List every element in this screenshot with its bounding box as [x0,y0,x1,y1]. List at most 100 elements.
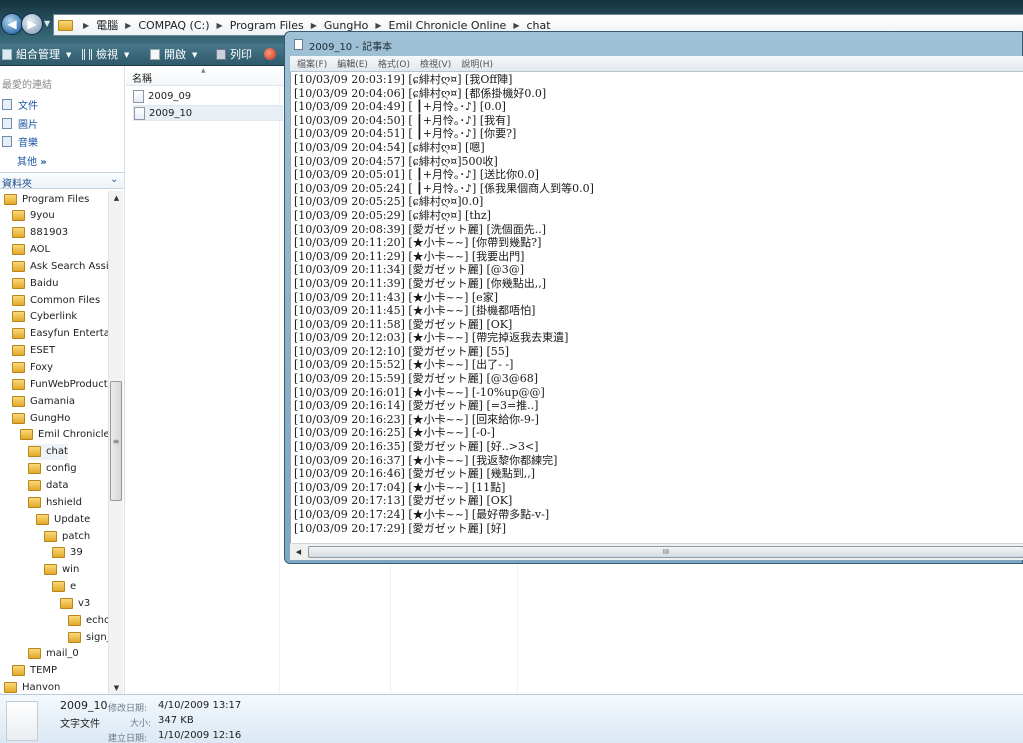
folder-icon [12,311,25,323]
tree-item[interactable]: win [44,562,79,578]
details-created-value: 1/10/2009 12:16 [158,730,242,741]
tree-item-label: AOL [30,244,51,256]
tree-item[interactable]: TEMP [12,663,57,679]
organize-button[interactable]: 組合管理 ▼ [2,47,71,63]
favorite-link-documents[interactable]: 文件 [0,96,38,112]
tree-item[interactable]: data [28,477,69,493]
print-button[interactable]: 列印 [216,47,252,63]
folder-icon [12,345,25,357]
tree-item[interactable]: GungHo [12,410,70,426]
recent-pages-dropdown-icon[interactable]: ▼ [44,19,50,28]
chat-log-line: [10/03/09 20:16:25] [★小卡~~] [-0-] [294,426,495,440]
breadcrumb-separator-icon[interactable]: ▶ [375,21,381,30]
tree-item-label: v3 [78,597,91,609]
scroll-thumb[interactable]: ≡ [110,381,122,501]
column-header-name[interactable]: 名稱 [132,70,152,85]
tree-item[interactable]: Easyfun Entertain [12,326,108,342]
favorite-link-music[interactable]: 音樂 [0,133,38,149]
tree-item[interactable]: v3 [60,595,90,611]
tree-item[interactable]: Baidu [12,275,58,291]
tree-item-label: Program Files [22,193,90,205]
tree-item[interactable]: Foxy [12,360,53,376]
folders-header[interactable]: 資料夾 ⌄ [0,172,124,190]
views-label: 檢視 [96,48,118,61]
tree-item[interactable]: echo [68,612,108,628]
tree-item[interactable]: Update [36,511,90,527]
tree-item-label: hshield [46,496,82,508]
tree-item[interactable]: ESET [12,343,55,359]
chat-log-line: [10/03/09 20:15:52] [★小卡~~] [出了- -] [294,358,514,372]
scroll-up-icon[interactable]: ▲ [109,191,124,205]
file-row-2009-10[interactable]: 2009_10 [133,105,283,121]
scroll-thumb[interactable]: III [308,546,1023,558]
folder-icon [68,614,81,626]
breadcrumb-computer[interactable]: 電腦 [96,17,118,33]
tree-item[interactable]: Ask Search Assista [12,258,108,274]
menu-format[interactable]: 格式(O) [378,57,410,70]
breadcrumb-separator-icon[interactable]: ▶ [513,21,519,30]
printer-icon [216,49,226,60]
chat-log-line: [10/03/09 20:05:24] [ ┃+月怜｡･♪] [係我果個商人到等… [294,181,594,195]
file-row-2009-09[interactable]: 2009_09 [133,88,283,104]
menu-edit[interactable]: 編輯(E) [337,57,368,70]
chat-log-line: [10/03/09 20:17:04] [★小卡~~] [11點] [294,480,506,494]
tree-item[interactable]: AOL [12,242,50,258]
tree-item[interactable]: chat [28,443,68,460]
chat-log-line: [10/03/09 20:04:50] [ ┃+月怜｡･♪] [我有] [294,113,511,127]
notepad-window[interactable]: 2009_10 - 記事本 檔案(F) 編輯(E) 格式(O) 檢視(V) 說明… [284,31,1023,564]
tree-item-label: FunWebProducts [30,378,108,390]
folder-icon [12,277,25,289]
breadcrumb-separator-icon[interactable]: ▶ [83,21,89,30]
breadcrumb-program-files[interactable]: Program Files [230,19,304,32]
breadcrumb-separator-icon[interactable]: ▶ [125,21,131,30]
chat-log-line: [10/03/09 20:11:39] [愛ガゼット麗] [你幾點出,,] [294,276,547,290]
more-links-button[interactable]: 其他 » [17,153,47,168]
scroll-left-icon[interactable]: ◀ [290,544,307,561]
menu-help[interactable]: 說明(H) [461,57,493,70]
tree-item[interactable]: hshield [28,494,82,510]
tree-item[interactable]: patch [44,528,90,544]
menu-view[interactable]: 檢視(V) [420,57,451,70]
tree-item[interactable]: 39 [52,545,83,561]
tree-item[interactable]: mail_0 [28,646,79,662]
chevron-down-icon[interactable]: ⌄ [110,174,118,185]
notepad-horizontal-scrollbar[interactable]: ◀ III [290,543,1023,560]
views-button[interactable]: 檢視 ▼ [82,47,129,63]
tree-item[interactable]: Program Files [4,191,89,207]
folder-icon [12,395,25,407]
open-button[interactable]: 開啟 ▼ [150,47,197,63]
breadcrumb-chat[interactable]: chat [526,19,550,32]
tree-item[interactable]: Hanvon [4,680,60,694]
breadcrumb-separator-icon[interactable]: ▶ [311,21,317,30]
chat-log-line: [10/03/09 20:16:46] [愛ガゼット麗] [幾點到,,] [294,467,536,481]
organize-icon [2,49,12,60]
tree-item[interactable]: Cyberlink [12,309,77,325]
tree-item[interactable]: Gamania [12,393,75,409]
chat-log-line: [10/03/09 20:04:49] [ ┃+月怜｡･♪] [0.0] [294,100,506,114]
tree-item[interactable]: FunWebProducts [12,376,108,392]
tree-item[interactable]: 881903 [12,225,68,241]
favorite-link-pictures[interactable]: 圖片 [0,115,38,131]
tree-item[interactable]: 9you [12,208,55,224]
forward-button[interactable]: ▶ [21,13,43,35]
menu-file[interactable]: 檔案(F) [297,57,327,70]
breadcrumb-gungho[interactable]: GungHo [324,19,368,32]
chat-log-line: [10/03/09 20:12:03] [★小卡~~] [帶完掉返我去東遺] [294,331,569,345]
tree-item[interactable]: sign_ [68,629,108,645]
back-button[interactable]: ◀ [1,13,23,35]
breadcrumb-drive[interactable]: COMPAQ (C:) [138,19,209,32]
breadcrumb-emil-chronicle[interactable]: Emil Chronicle Online [389,19,507,32]
folder-tree-scrollbar[interactable]: ▲ ≡ ▼ [108,191,123,694]
scroll-down-icon[interactable]: ▼ [109,681,124,694]
chevron-down-icon: ▼ [66,51,72,59]
tree-item[interactable]: Common Files [12,292,100,308]
notepad-text-area[interactable]: [10/03/09 20:03:19] [ɕ緋村ღ¤] [我Off陣] [10/0… [290,72,1023,543]
burn-icon[interactable] [264,48,276,60]
folder-icon [4,682,17,694]
tree-item[interactable]: Emil Chronicle O [20,427,108,443]
folder-icon [52,547,65,559]
tree-item[interactable]: config [28,461,77,477]
breadcrumb-separator-icon[interactable]: ▶ [217,21,223,30]
tree-item-label: Easyfun Entertain [30,328,108,340]
tree-item[interactable]: e [52,579,76,595]
